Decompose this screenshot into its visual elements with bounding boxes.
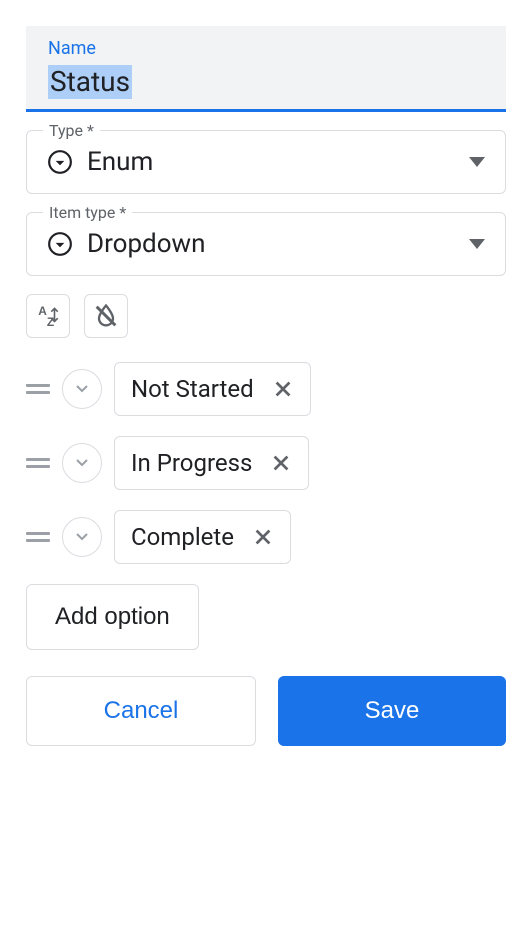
drag-handle-icon[interactable] bbox=[26, 380, 50, 398]
chevron-down-icon bbox=[76, 533, 88, 541]
close-icon bbox=[270, 452, 292, 474]
chevron-down-icon bbox=[76, 459, 88, 467]
option-chip[interactable]: Not Started bbox=[114, 362, 311, 416]
color-off-button[interactable] bbox=[84, 294, 128, 338]
name-value[interactable]: Status bbox=[48, 65, 132, 99]
remove-option-button[interactable] bbox=[272, 378, 294, 400]
item-type-select[interactable]: Item type * Dropdown bbox=[26, 212, 506, 276]
svg-text:Z: Z bbox=[47, 314, 54, 328]
name-field[interactable]: Name Status bbox=[26, 26, 506, 112]
option-label: In Progress bbox=[131, 449, 252, 477]
option-label: Not Started bbox=[131, 375, 254, 403]
add-option-button[interactable]: Add option bbox=[26, 584, 199, 650]
dialog-footer: Cancel Save bbox=[26, 676, 506, 746]
type-select[interactable]: Type * Enum bbox=[26, 130, 506, 194]
option-color-button[interactable] bbox=[62, 369, 102, 409]
drag-handle-icon[interactable] bbox=[26, 528, 50, 546]
svg-text:A: A bbox=[38, 304, 47, 318]
sort-az-button[interactable]: A Z bbox=[26, 294, 70, 338]
option-row: Not Started bbox=[26, 362, 506, 416]
option-row: Complete bbox=[26, 510, 506, 564]
color-off-icon bbox=[92, 302, 120, 330]
cancel-button[interactable]: Cancel bbox=[26, 676, 256, 746]
chevron-down-icon bbox=[76, 385, 88, 393]
dropdown-arrow-icon bbox=[469, 239, 485, 249]
option-row: In Progress bbox=[26, 436, 506, 490]
option-color-button[interactable] bbox=[62, 443, 102, 483]
name-label: Name bbox=[48, 38, 484, 59]
remove-option-button[interactable] bbox=[252, 526, 274, 548]
option-chip[interactable]: In Progress bbox=[114, 436, 309, 490]
drag-handle-icon[interactable] bbox=[26, 454, 50, 472]
remove-option-button[interactable] bbox=[270, 452, 292, 474]
dropdown-arrow-icon bbox=[469, 157, 485, 167]
item-type-value: Dropdown bbox=[87, 229, 455, 259]
type-label: Type * bbox=[43, 121, 100, 140]
option-label: Complete bbox=[131, 523, 234, 551]
save-button[interactable]: Save bbox=[278, 676, 506, 746]
sort-az-icon: A Z bbox=[35, 303, 61, 329]
option-chip[interactable]: Complete bbox=[114, 510, 291, 564]
toolbar-icons: A Z bbox=[26, 294, 506, 338]
item-type-label: Item type * bbox=[43, 203, 132, 222]
close-icon bbox=[272, 378, 294, 400]
close-icon bbox=[252, 526, 274, 548]
enum-icon bbox=[47, 149, 73, 175]
option-color-button[interactable] bbox=[62, 517, 102, 557]
dropdown-icon bbox=[47, 231, 73, 257]
type-value: Enum bbox=[87, 147, 455, 177]
